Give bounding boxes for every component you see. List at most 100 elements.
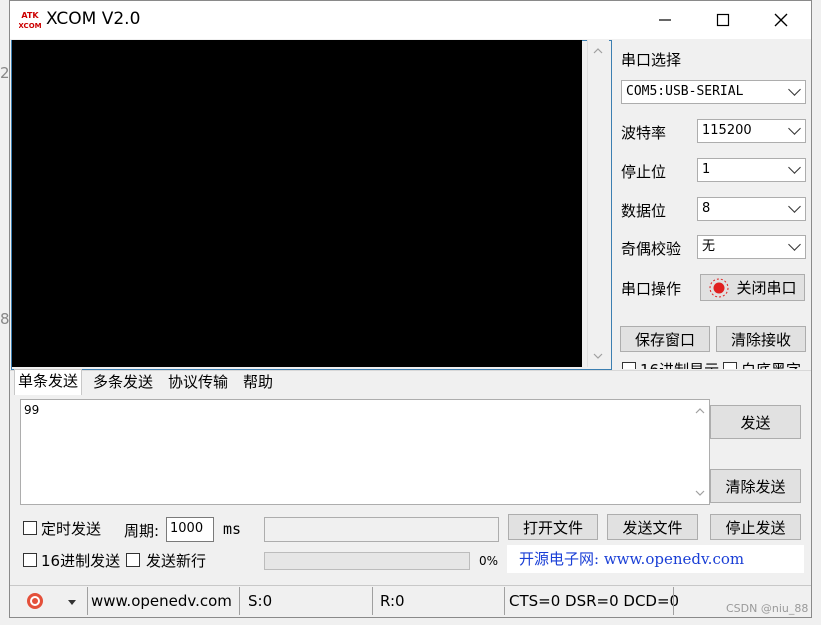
status-recv-count: R:0 — [380, 592, 405, 610]
maximize-icon — [716, 13, 730, 27]
scroll-up-icon[interactable] — [588, 44, 608, 58]
file-path-input[interactable] — [264, 517, 499, 542]
xcom-window: ATK XCOM XCOM V2.0 串口选择 COM5:USB-SERIAL … — [9, 0, 812, 618]
tab-multi-send[interactable]: 多条发送 — [90, 371, 156, 394]
baud-label: 波特率 — [621, 124, 667, 142]
save-window-button[interactable]: 保存窗口 — [620, 326, 710, 352]
window-title: XCOM V2.0 — [46, 9, 141, 29]
tab-protocol[interactable]: 协议传输 — [165, 371, 231, 394]
promo-text: 开源电子网: www.openedv.com — [519, 550, 745, 568]
close-icon — [774, 13, 788, 27]
close-port-button[interactable]: 关闭串口 — [700, 274, 805, 301]
open-file-button[interactable]: 打开文件 — [508, 514, 598, 540]
maximize-button[interactable] — [694, 1, 752, 39]
chevron-down-icon — [788, 161, 801, 174]
period-input[interactable]: 1000 — [166, 517, 214, 542]
white-bg-label: 白底黑字 — [741, 361, 801, 369]
tab-single-send[interactable]: 单条发送 — [14, 369, 83, 395]
status-separator — [87, 587, 88, 615]
send-label: 发送 — [740, 413, 771, 432]
svg-text:ATK: ATK — [21, 11, 39, 20]
tab-label: 单条发送 — [18, 372, 79, 390]
period-label: 周期: — [124, 522, 160, 540]
clear-receive-button[interactable]: 清除接收 — [716, 326, 806, 352]
stop-bits-value: 1 — [702, 162, 711, 177]
newline-label: 发送新行 — [146, 552, 207, 570]
led-icon — [709, 278, 729, 297]
timed-send-label: 定时发送 — [41, 520, 102, 538]
stop-send-label: 停止发送 — [725, 518, 786, 537]
status-separator — [504, 587, 505, 615]
chevron-down-icon — [788, 200, 801, 213]
hex-send-label: 16进制发送 — [41, 552, 121, 570]
save-window-label: 保存窗口 — [634, 330, 695, 349]
progress-value: 0% — [479, 554, 499, 568]
period-value: 1000 — [170, 521, 204, 536]
clear-send-button[interactable]: 清除发送 — [710, 469, 801, 503]
receive-scrollbar[interactable] — [587, 40, 609, 367]
stop-send-button[interactable]: 停止发送 — [710, 514, 801, 540]
clear-receive-label: 清除接收 — [730, 330, 791, 349]
minimize-button[interactable] — [636, 1, 694, 39]
svg-text:XCOM: XCOM — [19, 22, 41, 30]
status-modem-lines: CTS=0 DSR=0 DCD=0 — [509, 592, 680, 610]
newline-checkbox[interactable] — [126, 553, 140, 567]
scroll-down-icon[interactable] — [691, 486, 709, 500]
chevron-down-icon — [788, 83, 801, 96]
hex-display-label: 16进制显示 — [640, 361, 719, 369]
status-separator — [239, 587, 240, 615]
promo-banner[interactable]: 开源电子网: www.openedv.com — [507, 545, 804, 573]
hex-display-checkbox[interactable] — [622, 362, 636, 369]
send-file-label: 发送文件 — [622, 518, 683, 537]
title-bar: ATK XCOM XCOM V2.0 — [10, 1, 811, 39]
settings-icon[interactable] — [25, 591, 45, 611]
port-label: 串口选择 — [621, 51, 682, 69]
send-scrollbar[interactable] — [691, 400, 709, 502]
send-button[interactable]: 发送 — [710, 405, 801, 439]
chevron-down-icon — [788, 238, 801, 251]
send-progress-bar — [264, 552, 470, 570]
tab-label: 协议传输 — [168, 373, 229, 391]
scroll-down-icon[interactable] — [588, 349, 608, 363]
status-url[interactable]: www.openedv.com — [91, 592, 232, 610]
parity-value: 无 — [702, 239, 716, 254]
port-value: COM5:USB-SERIAL — [626, 84, 744, 99]
close-port-label: 关闭串口 — [736, 279, 797, 297]
statusbar-divider — [10, 585, 811, 586]
baud-select[interactable]: 115200 — [697, 119, 806, 143]
status-separator — [372, 587, 373, 615]
receive-area[interactable] — [12, 40, 582, 367]
timed-send-checkbox[interactable] — [23, 521, 37, 535]
data-bits-select[interactable]: 8 — [697, 197, 806, 221]
port-operation-label: 串口操作 — [621, 280, 682, 298]
stop-bits-select[interactable]: 1 — [697, 158, 806, 182]
data-bits-value: 8 — [702, 201, 711, 216]
send-text-area[interactable]: 99 — [20, 399, 710, 505]
port-select[interactable]: COM5:USB-SERIAL — [621, 80, 806, 104]
hex-send-checkbox[interactable] — [23, 553, 37, 567]
parity-select[interactable]: 无 — [697, 235, 806, 259]
parity-label: 奇偶校验 — [621, 240, 682, 258]
clear-send-label: 清除发送 — [725, 477, 786, 496]
close-button[interactable] — [752, 1, 810, 39]
status-separator — [673, 587, 674, 615]
scroll-up-icon[interactable] — [691, 404, 709, 418]
atk-logo-icon: ATK XCOM — [19, 10, 41, 30]
chevron-down-icon — [788, 122, 801, 135]
send-file-button[interactable]: 发送文件 — [607, 514, 698, 540]
status-sent-count: S:0 — [248, 592, 273, 610]
send-text: 99 — [24, 403, 40, 417]
period-unit: ms — [223, 520, 242, 538]
white-bg-checkbox[interactable] — [723, 362, 737, 369]
watermark-text: CSDN @niu_88 — [726, 602, 809, 615]
data-bits-label: 数据位 — [621, 202, 667, 220]
baud-value: 115200 — [702, 123, 752, 138]
minimize-icon — [659, 19, 671, 21]
tab-help[interactable]: 帮助 — [240, 371, 276, 394]
tab-label: 帮助 — [243, 373, 274, 391]
stop-bits-label: 停止位 — [621, 163, 667, 181]
display-options-row: 16进制显示 白底黑字 — [620, 361, 812, 369]
dropdown-arrow-icon[interactable] — [66, 597, 78, 607]
open-file-label: 打开文件 — [522, 518, 583, 537]
tab-label: 多条发送 — [93, 373, 154, 391]
